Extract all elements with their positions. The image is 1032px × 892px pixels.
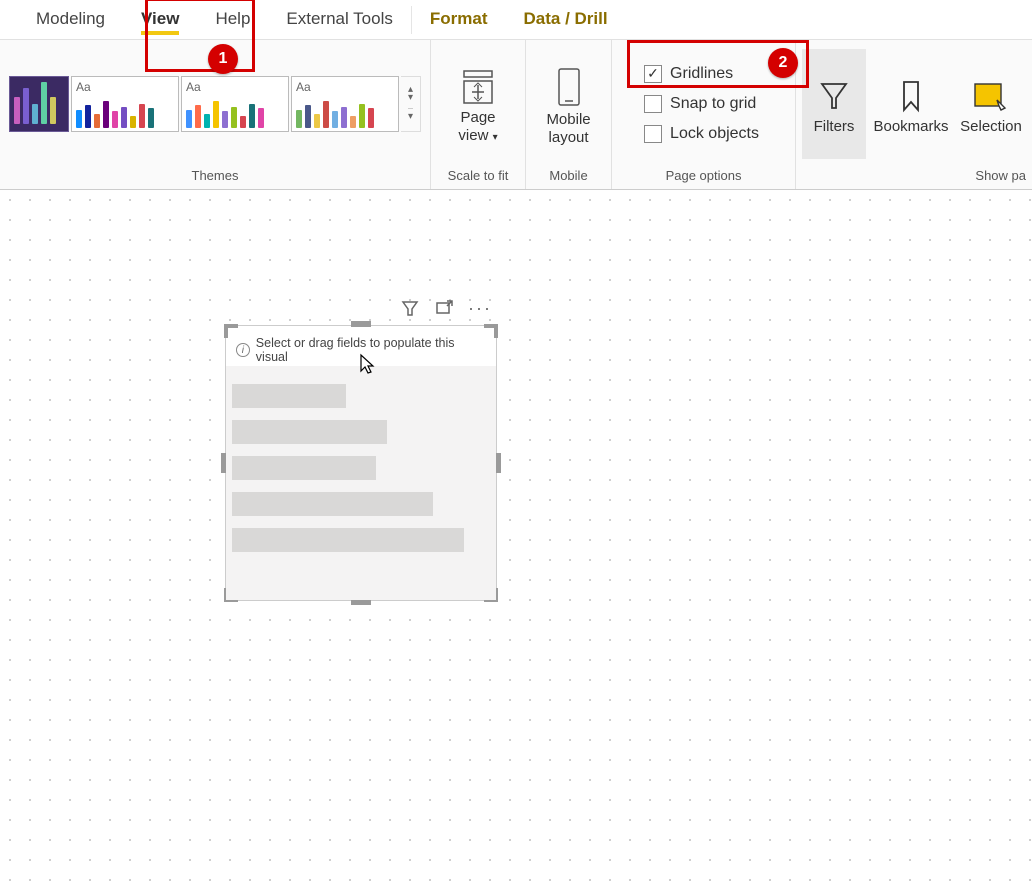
tab-help[interactable]: Help xyxy=(197,0,268,39)
visual-message-text: Select or drag fields to populate this v… xyxy=(256,336,486,364)
tab-modeling[interactable]: Modeling xyxy=(18,0,123,39)
mobile-layout-button[interactable]: Mobile layout xyxy=(529,49,609,159)
group-label-themes: Themes xyxy=(192,165,239,189)
page-view-icon xyxy=(458,69,498,105)
group-label-show: Show pa xyxy=(975,165,1026,189)
group-label-mobile: Mobile xyxy=(549,165,587,189)
theme-swatch-4[interactable]: Aa xyxy=(291,76,399,132)
gridlines-label: Gridlines xyxy=(670,65,733,83)
bookmarks-pane-button[interactable]: Bookmarks xyxy=(866,49,956,159)
resize-handle-tl[interactable] xyxy=(224,324,238,338)
tab-format[interactable]: Format xyxy=(412,0,506,39)
checkmark-icon: ✓ xyxy=(644,65,662,83)
theme-aa-label: Aa xyxy=(296,80,394,94)
tab-view[interactable]: View xyxy=(123,0,197,39)
more-options-icon[interactable]: ··· xyxy=(468,298,492,321)
selection-pane-button[interactable]: Selection xyxy=(956,49,1026,159)
snap-label: Snap to grid xyxy=(670,95,756,113)
filter-icon xyxy=(816,78,852,114)
selection-label: Selection xyxy=(960,118,1022,136)
checkbox-lock-objects[interactable]: Lock objects xyxy=(644,125,759,143)
tab-external-tools[interactable]: External Tools xyxy=(268,0,410,39)
focus-mode-icon[interactable] xyxy=(434,298,454,321)
lock-label: Lock objects xyxy=(670,125,759,143)
chevron-down-icon: ▾ xyxy=(408,94,413,102)
group-mobile: Mobile layout Mobile xyxy=(526,40,612,189)
resize-handle-tr[interactable] xyxy=(484,324,498,338)
placeholder-bar xyxy=(232,492,433,516)
resize-handle-t[interactable] xyxy=(351,321,371,327)
callout-badge-1: 1 xyxy=(208,44,238,74)
bookmark-icon xyxy=(896,78,926,114)
visual-placeholder[interactable]: ··· i Select or drag fields to populate … xyxy=(225,325,497,601)
filters-label: Filters xyxy=(814,118,855,136)
group-label-scale: Scale to fit xyxy=(448,165,509,189)
report-canvas[interactable]: ··· i Select or drag fields to populate … xyxy=(0,190,1032,892)
mobile-layout-label: Mobile xyxy=(546,111,590,129)
checkbox-empty-icon xyxy=(644,125,662,143)
visual-toolbar: ··· xyxy=(396,296,496,323)
placeholder-chart xyxy=(226,366,496,600)
visual-empty-message: i Select or drag fields to populate this… xyxy=(226,326,496,370)
theme-aa-label: Aa xyxy=(76,80,174,94)
theme-swatch-2[interactable]: Aa xyxy=(71,76,179,132)
placeholder-bar xyxy=(232,456,376,480)
group-show-panes: Filters Bookmarks Selection Show pa xyxy=(796,40,1032,189)
filters-pane-button[interactable]: Filters xyxy=(802,49,866,159)
themes-dropdown[interactable]: ▴ ▾ ▾ xyxy=(401,76,421,132)
mobile-layout-sublabel: layout xyxy=(549,129,589,146)
checkbox-snap-to-grid[interactable]: Snap to grid xyxy=(644,95,759,113)
tab-data-drill[interactable]: Data / Drill xyxy=(506,0,626,39)
group-label-page-options: Page options xyxy=(666,165,742,189)
ribbon-tabs: Modeling View Help External Tools Format… xyxy=(0,0,1032,40)
checkbox-gridlines[interactable]: ✓ Gridlines xyxy=(644,65,759,83)
page-view-label: Page xyxy=(460,109,495,127)
theme-aa-label: Aa xyxy=(186,80,284,94)
chevron-down-icon: ▾ xyxy=(493,132,498,143)
info-icon: i xyxy=(236,343,250,357)
callout-badge-2: 2 xyxy=(768,48,798,78)
theme-swatch-3[interactable]: Aa xyxy=(181,76,289,132)
page-view-button[interactable]: Page view ▾ xyxy=(438,49,518,159)
filter-icon[interactable] xyxy=(400,298,420,321)
ribbon: Aa Aa xyxy=(0,40,1032,190)
checkbox-empty-icon xyxy=(644,95,662,113)
page-view-sublabel: view ▾ xyxy=(458,127,497,144)
chevron-down-icon: ▾ xyxy=(408,108,413,121)
mobile-icon xyxy=(555,67,583,107)
placeholder-bar xyxy=(232,420,387,444)
group-scale: Page view ▾ Scale to fit xyxy=(431,40,526,189)
placeholder-bar xyxy=(232,528,464,552)
bookmarks-label: Bookmarks xyxy=(873,118,948,136)
placeholder-bar xyxy=(232,384,346,408)
theme-swatch-1[interactable] xyxy=(9,76,69,132)
selection-icon xyxy=(971,78,1011,114)
